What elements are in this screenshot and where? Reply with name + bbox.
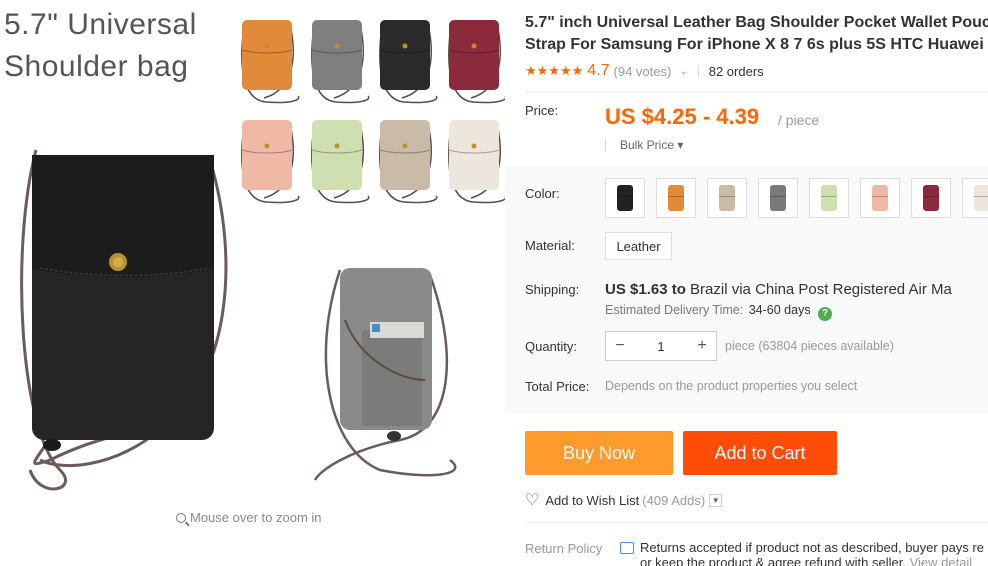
shipping-destination-link[interactable]: Brazil via China Post Registered Air Ma: [690, 281, 952, 298]
bag-thumbnail-icon: [872, 185, 888, 211]
color-thumbnail-grid: [241, 20, 505, 204]
price-unit: / piece: [778, 112, 820, 128]
black-bag-image: [20, 149, 228, 491]
bulk-price-dropdown[interactable]: Bulk Price ▾: [605, 138, 683, 152]
total-price-label: Total Price:: [525, 379, 590, 394]
quantity-stepper: − 1 +: [605, 331, 717, 361]
pieces-available: piece (63804 pieces available): [725, 339, 894, 353]
color-swatch-6[interactable]: [860, 178, 900, 218]
color-thumbnail-7[interactable]: [379, 120, 438, 204]
star-rating-icon: ★★★★★: [525, 63, 584, 78]
bag-thumbnail-icon: [923, 185, 939, 211]
heart-icon[interactable]: ♡: [525, 490, 539, 510]
chevron-down-icon[interactable]: ▼: [709, 493, 723, 507]
shipping-label: Shipping:: [525, 282, 580, 297]
color-swatch-4[interactable]: [758, 178, 798, 218]
return-policy-icon: [620, 542, 634, 554]
bag-thumbnail-icon: [668, 185, 684, 211]
product-info: 5.7" inch Universal Leather Bag Shoulder…: [505, 0, 988, 566]
quantity-label: Quantity:: [525, 339, 578, 354]
rating-value: 4.7: [587, 62, 610, 79]
divider: [697, 64, 699, 78]
color-swatch-2[interactable]: [656, 178, 696, 218]
buy-now-button[interactable]: Buy Now: [525, 431, 673, 475]
divider: [525, 522, 988, 523]
shipping-info: US $1.63 to Brazil via China Post Regist…: [605, 281, 952, 298]
price-value: US $4.25 - 4.39: [605, 104, 760, 129]
return-policy-text: Returns accepted if product not as descr…: [640, 540, 984, 555]
color-swatch-7[interactable]: [911, 178, 951, 218]
divider: [525, 91, 988, 92]
color-label: Color:: [525, 186, 560, 201]
title-line-1: 5.7" inch Universal Leather Bag Shoulder…: [525, 14, 988, 31]
color-swatch-3[interactable]: [707, 178, 747, 218]
bag-thumbnail-icon: [821, 185, 837, 211]
color-thumbnail-6[interactable]: [311, 120, 370, 204]
color-swatch-8[interactable]: [962, 178, 988, 218]
delivery-time-label: Estimated Delivery Time:: [605, 303, 744, 317]
increase-button[interactable]: +: [688, 332, 716, 360]
color-thumbnail-2[interactable]: [311, 20, 370, 104]
delivery-time: Estimated Delivery Time: 34-60 days ?: [605, 303, 833, 321]
color-thumbnail-1[interactable]: [241, 20, 300, 104]
quantity-input[interactable]: 1: [634, 332, 688, 360]
color-thumbnail-5[interactable]: [241, 120, 300, 204]
color-swatch-5[interactable]: [809, 178, 849, 218]
material-label: Material:: [525, 238, 575, 253]
product-title: 5.7" inch Universal Leather Bag Shoulder…: [525, 12, 988, 56]
bag-thumbnail-icon: [974, 185, 988, 211]
zoom-hint-label: Mouse over to zoom in: [190, 510, 322, 525]
return-policy-text-2: or keep the product & agree refund with …: [640, 555, 972, 566]
add-to-wishlist[interactable]: ♡ Add to Wish List (409 Adds) ▼: [525, 490, 723, 510]
rating-row: ★★★★★ 4.7 (94 votes) ⌄ 82 orders: [525, 62, 764, 80]
bag-thumbnail-icon: [719, 185, 735, 211]
color-swatch-list: [605, 178, 988, 218]
color-thumbnail-4[interactable]: [448, 20, 505, 104]
orders-count: 82 orders: [708, 63, 764, 79]
wishlist-label[interactable]: Add to Wish List: [545, 493, 639, 508]
material-option-leather[interactable]: Leather: [605, 232, 672, 260]
view-detail-link[interactable]: View detail: [910, 555, 973, 566]
votes-link[interactable]: (94 votes): [614, 64, 672, 79]
return-policy-text-2-body: or keep the product & agree refund with …: [640, 555, 906, 566]
delivery-days: 34-60 days: [748, 303, 811, 317]
add-to-cart-button[interactable]: Add to Cart: [683, 431, 837, 475]
color-swatch-1[interactable]: [605, 178, 645, 218]
zoom-hint: Mouse over to zoom in: [176, 510, 322, 525]
decrease-button[interactable]: −: [606, 332, 634, 360]
color-thumbnail-8[interactable]: [448, 120, 505, 204]
chevron-down-icon[interactable]: ⌄: [679, 66, 687, 77]
product-image[interactable]: [0, 0, 505, 566]
bag-thumbnail-icon: [770, 185, 786, 211]
price-label: Price:: [525, 103, 559, 118]
color-thumbnail-3[interactable]: [379, 20, 438, 104]
title-line-2: Strap For Samsung For iPhone X 8 7 6s pl…: [525, 36, 984, 53]
total-price-value: Depends on the product properties you se…: [605, 379, 858, 393]
grey-bag-image: [313, 268, 457, 481]
wishlist-count: (409 Adds): [642, 492, 706, 508]
bag-thumbnail-icon: [617, 185, 633, 211]
product-gallery[interactable]: 5.7" Universal Shoulder bag Mouse over t…: [0, 0, 505, 566]
return-policy-label: Return Policy: [525, 541, 603, 556]
magnifier-icon: [176, 513, 186, 523]
help-icon[interactable]: ?: [818, 307, 833, 321]
shipping-cost: US $1.63 to: [605, 281, 686, 298]
